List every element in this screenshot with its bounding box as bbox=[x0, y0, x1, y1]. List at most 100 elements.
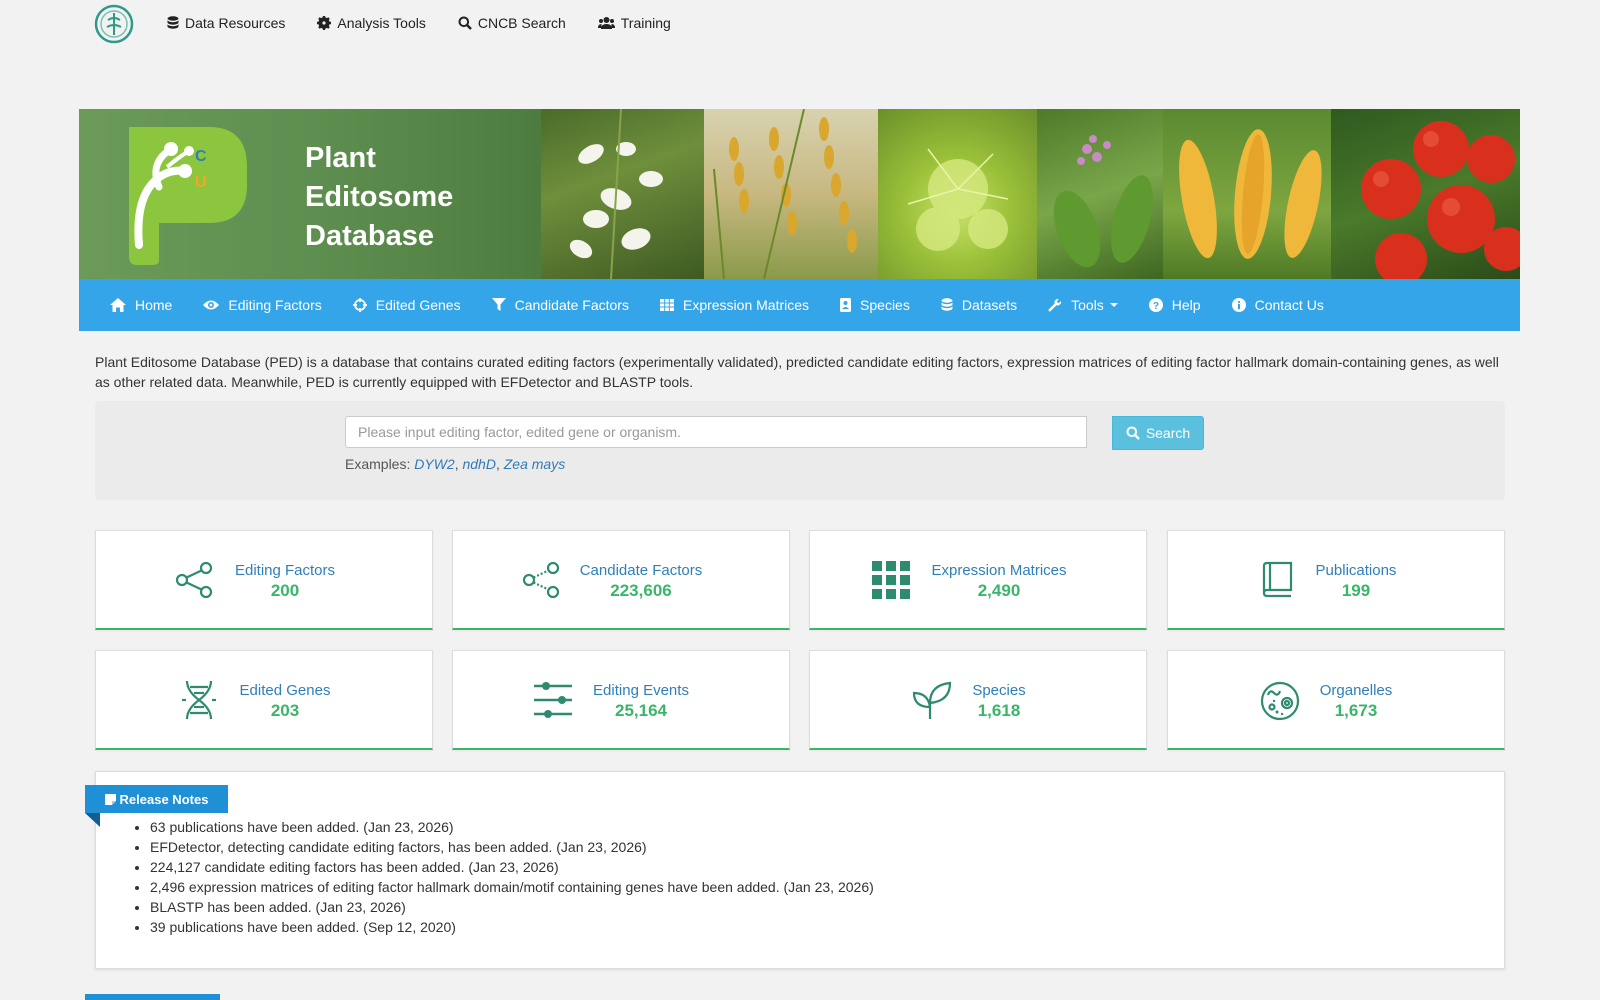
nav-label: Editing Factors bbox=[228, 297, 322, 313]
stat-label: Candidate Factors bbox=[579, 562, 703, 579]
stat-value: 200 bbox=[270, 581, 300, 600]
nav-label: Help bbox=[1171, 297, 1201, 313]
nav-editing-factors[interactable]: Editing Factors bbox=[203, 297, 322, 313]
book-icon bbox=[1260, 561, 1294, 604]
cell-icon bbox=[1260, 681, 1300, 726]
stat-label: Publications bbox=[1315, 562, 1397, 579]
top-nav-training[interactable]: Training bbox=[597, 15, 671, 31]
info-icon bbox=[1231, 298, 1246, 312]
nav-label: Edited Genes bbox=[375, 297, 461, 313]
search-button[interactable]: Search bbox=[1112, 416, 1204, 450]
stat-value: 2,490 bbox=[977, 581, 1021, 600]
ped-logo-icon[interactable]: C U bbox=[129, 127, 249, 267]
eye-icon bbox=[203, 299, 220, 311]
nav-edited-genes[interactable]: Edited Genes bbox=[352, 297, 461, 313]
wrench-icon bbox=[1048, 298, 1062, 312]
top-nav-analysis-tools[interactable]: Analysis Tools bbox=[317, 15, 426, 31]
nav-label: Datasets bbox=[961, 297, 1018, 313]
stat-card-expression-matrices[interactable]: Expression Matrices 2,490 bbox=[809, 530, 1147, 630]
stat-label: Editing Factors bbox=[234, 562, 336, 579]
home-icon bbox=[110, 298, 126, 312]
share-dotted-icon bbox=[522, 561, 560, 604]
crosshair-icon bbox=[352, 298, 367, 312]
stat-value: 25,164 bbox=[615, 701, 667, 720]
example-link[interactable]: DYW2 bbox=[414, 456, 454, 472]
question-icon: ? bbox=[1148, 298, 1163, 312]
banner-photo-strip bbox=[541, 109, 1520, 279]
database-icon bbox=[167, 16, 179, 30]
stat-label: Species bbox=[972, 682, 1026, 699]
nav-label: Contact Us bbox=[1254, 297, 1324, 313]
gear-icon bbox=[317, 16, 332, 30]
example-link[interactable]: ndhD bbox=[462, 456, 495, 472]
examples-label: Examples: bbox=[345, 456, 411, 472]
stat-card-editing-events[interactable]: Editing Events 25,164 bbox=[452, 650, 790, 750]
main-navbar: Home Editing Factors Edited Genes Candid… bbox=[79, 279, 1520, 331]
list-item: 63 publications have been added. (Jan 23… bbox=[150, 817, 874, 837]
release-notes-list: 63 publications have been added. (Jan 23… bbox=[128, 817, 874, 937]
top-nav-label: Analysis Tools bbox=[337, 15, 426, 31]
nav-label: Home bbox=[135, 297, 173, 313]
grid-icon bbox=[872, 561, 910, 604]
caret-down-icon bbox=[1109, 303, 1118, 307]
sliders-icon bbox=[534, 681, 572, 724]
stat-card-publications[interactable]: Publications 199 bbox=[1167, 530, 1505, 630]
nav-label: Tools bbox=[1071, 297, 1104, 313]
stat-card-candidate-factors[interactable]: Candidate Factors 223,606 bbox=[452, 530, 790, 630]
list-item: BLASTP has been added. (Jan 23, 2026) bbox=[150, 897, 874, 917]
nav-help[interactable]: ? Help bbox=[1148, 297, 1201, 313]
nav-candidate-factors[interactable]: Candidate Factors bbox=[491, 297, 629, 313]
stat-label: Editing Events bbox=[593, 682, 689, 699]
stat-label: Organelles bbox=[1319, 682, 1393, 699]
stat-label: Edited Genes bbox=[239, 682, 331, 699]
nav-tools-dropdown[interactable]: Tools bbox=[1048, 297, 1118, 313]
stat-value: 203 bbox=[270, 701, 300, 720]
top-nav-label: CNCB Search bbox=[477, 15, 566, 31]
stat-card-species[interactable]: Species 1,618 bbox=[809, 650, 1147, 750]
nav-expression-matrices[interactable]: Expression Matrices bbox=[659, 297, 810, 313]
stat-card-edited-genes[interactable]: Edited Genes 203 bbox=[95, 650, 433, 750]
sprout-icon bbox=[912, 681, 952, 724]
nav-label: Candidate Factors bbox=[514, 297, 629, 313]
cncb-logo-icon[interactable] bbox=[94, 4, 134, 44]
logo-letter-u: U bbox=[195, 174, 207, 191]
site-title: Plant Editosome Database bbox=[305, 139, 453, 256]
search-examples: Examples: DYW2, ndhD, Zea mays bbox=[345, 456, 566, 472]
dna-icon bbox=[182, 680, 216, 724]
ribbon-fold bbox=[85, 813, 100, 827]
nav-species[interactable]: Species bbox=[840, 297, 910, 313]
id-card-icon bbox=[840, 298, 852, 312]
nav-datasets[interactable]: Datasets bbox=[941, 297, 1017, 313]
sticky-note-icon bbox=[104, 793, 116, 805]
svg-text:?: ? bbox=[1153, 301, 1159, 312]
list-item: EFDetector, detecting candidate editing … bbox=[150, 837, 874, 857]
top-nav-data-resources[interactable]: Data Resources bbox=[167, 15, 285, 31]
site-title-line: Database bbox=[305, 220, 434, 252]
logo-letter-c: C bbox=[195, 148, 207, 165]
nav-home[interactable]: Home bbox=[110, 297, 172, 313]
stat-value: 199 bbox=[1341, 581, 1371, 600]
stat-card-organelles[interactable]: Organelles 1,673 bbox=[1167, 650, 1505, 750]
search-input[interactable] bbox=[345, 416, 1087, 448]
site-title-line: Plant bbox=[305, 142, 376, 174]
stat-value: 1,618 bbox=[977, 701, 1021, 720]
list-item: 2,496 expression matrices of editing fac… bbox=[150, 877, 874, 897]
search-button-label: Search bbox=[1145, 425, 1191, 441]
top-nav-cncb-search[interactable]: CNCB Search bbox=[458, 15, 566, 31]
nav-label: Expression Matrices bbox=[682, 297, 810, 313]
purple-flower-photo bbox=[1037, 109, 1163, 279]
banner-brand-area: C U Plant Editosome Database bbox=[79, 109, 541, 279]
share-icon bbox=[175, 561, 213, 604]
stat-label: Expression Matrices bbox=[931, 562, 1067, 579]
nav-label: Species bbox=[860, 297, 910, 313]
search-icon bbox=[1126, 426, 1140, 440]
stat-card-editing-factors[interactable]: Editing Factors 200 bbox=[95, 530, 433, 630]
corn-photo bbox=[1163, 109, 1331, 279]
tomato-photo bbox=[1331, 109, 1520, 279]
top-navbar: Data Resources Analysis Tools CNCB Searc… bbox=[0, 0, 1600, 50]
stat-value: 223,606 bbox=[610, 581, 672, 600]
nav-contact-us[interactable]: Contact Us bbox=[1231, 297, 1324, 313]
top-nav-label: Data Resources bbox=[185, 15, 286, 31]
example-link[interactable]: Zea mays bbox=[504, 456, 565, 472]
database-icon bbox=[941, 298, 953, 312]
